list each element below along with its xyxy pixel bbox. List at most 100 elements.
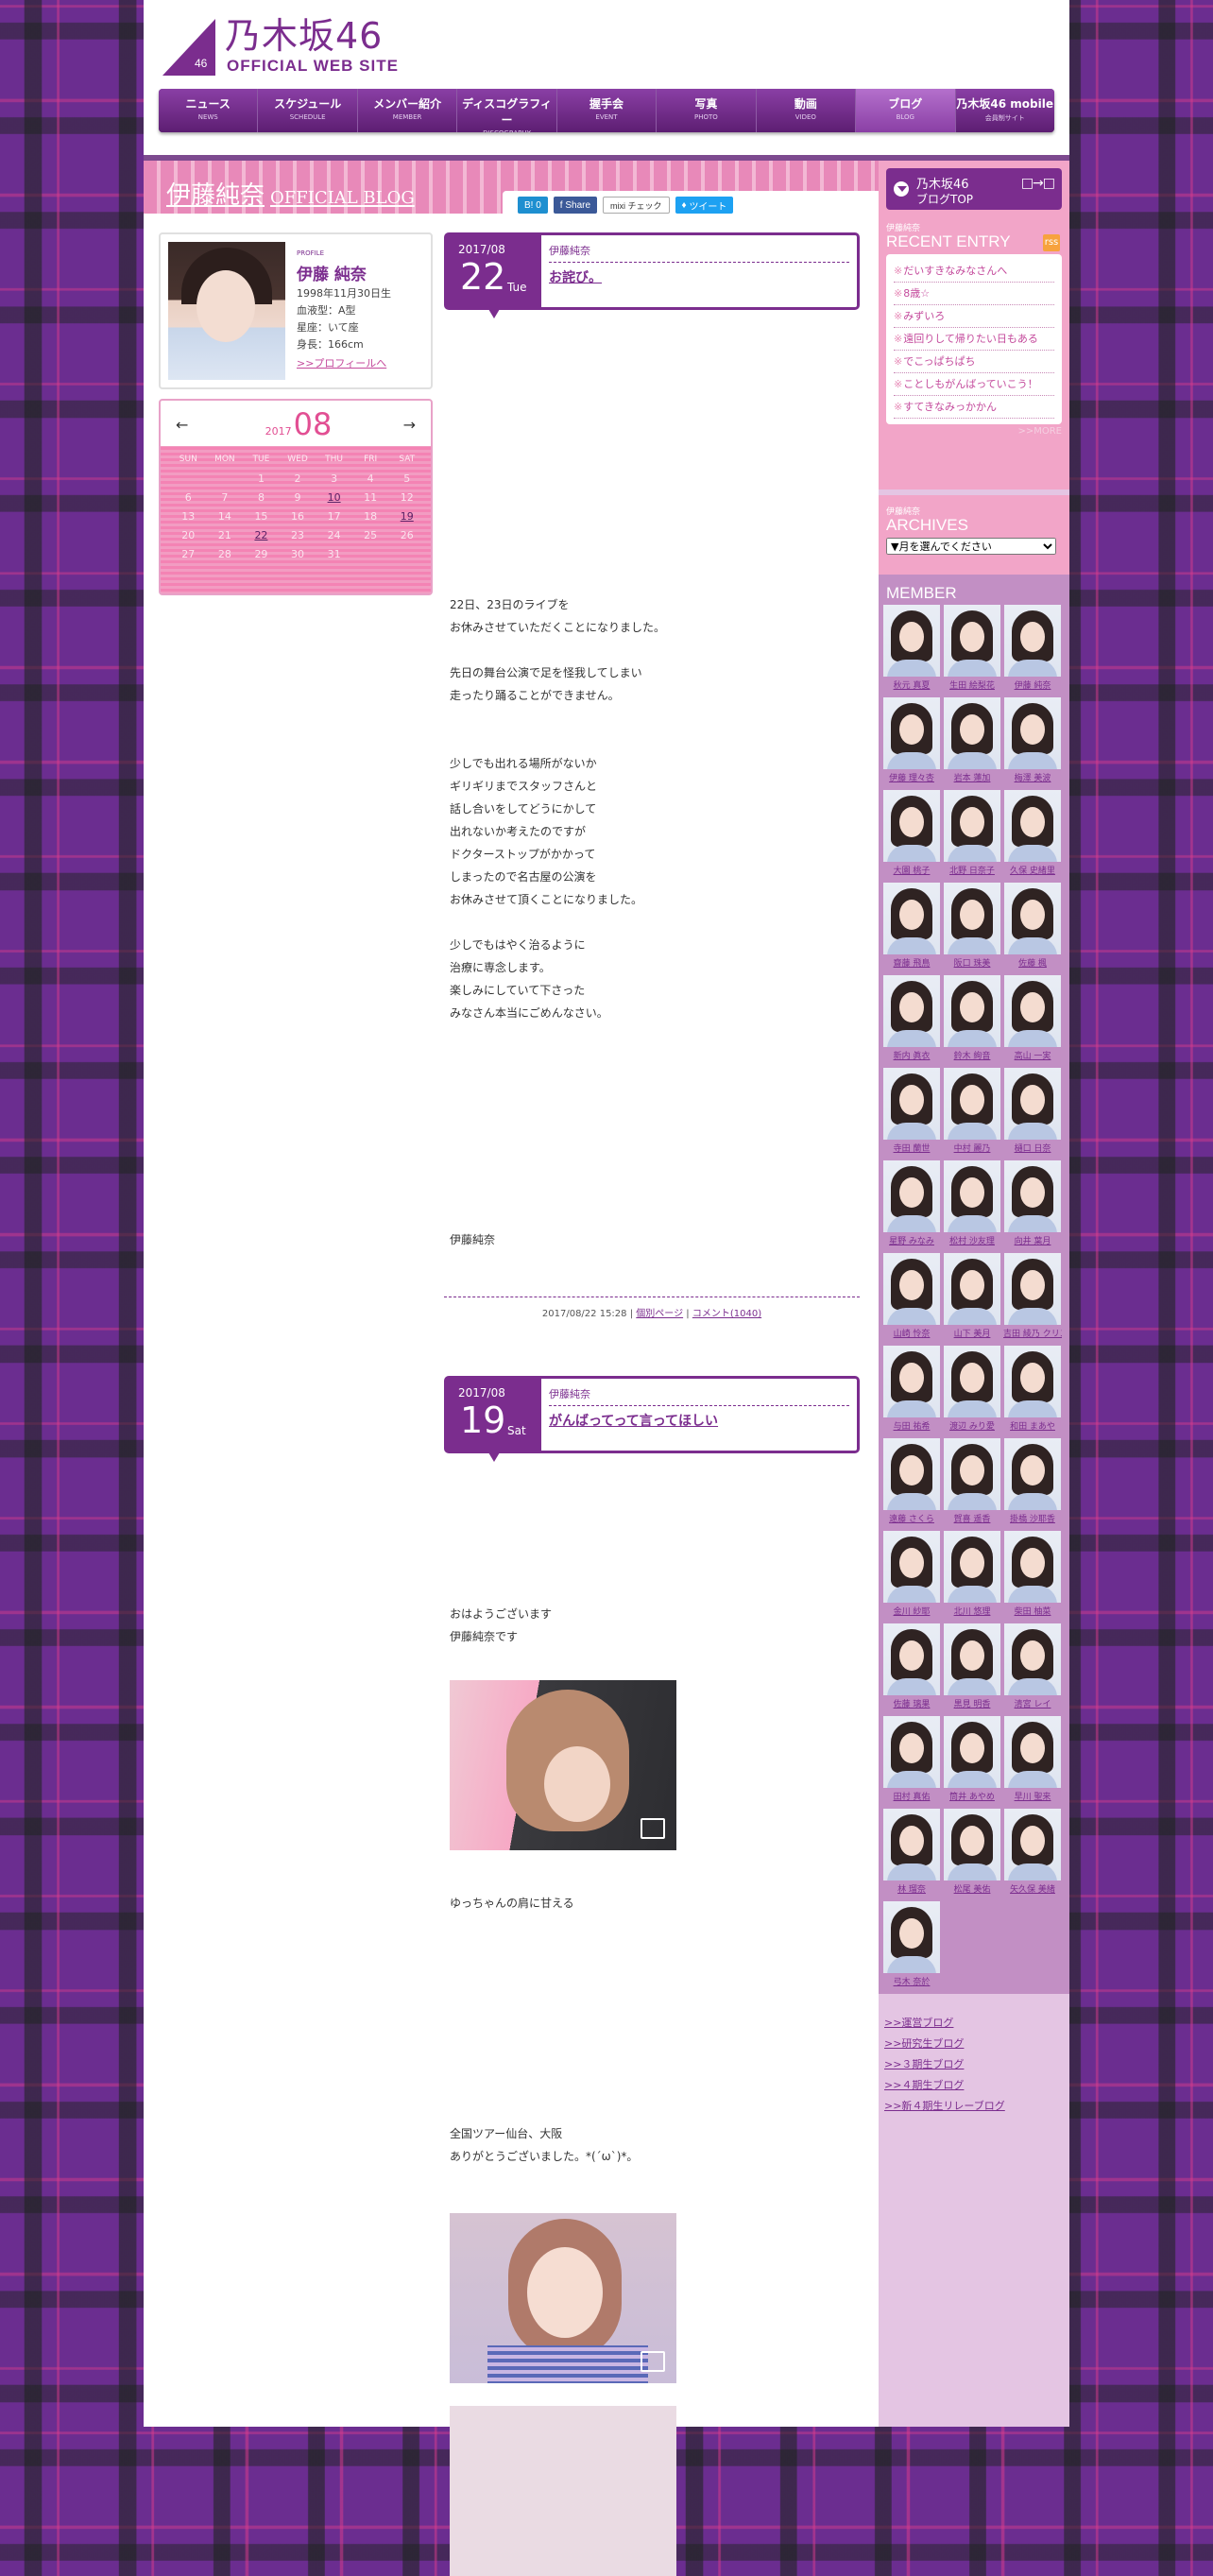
- member-card[interactable]: 松村 沙友理: [943, 1160, 1001, 1253]
- member-card[interactable]: 阪口 珠美: [943, 883, 1001, 975]
- member-card[interactable]: 早川 聖来: [1003, 1716, 1062, 1809]
- member-photo[interactable]: [944, 1160, 1000, 1232]
- member-card[interactable]: 山下 美月: [943, 1253, 1001, 1346]
- member-name[interactable]: 伊藤 理々杏: [882, 771, 941, 783]
- member-photo[interactable]: [1004, 883, 1061, 954]
- member-card[interactable]: 佐藤 璃果: [882, 1623, 941, 1716]
- expand-icon[interactable]: [641, 1818, 665, 1839]
- member-name[interactable]: 秋元 真夏: [882, 678, 941, 691]
- member-name[interactable]: 賀喜 遥香: [943, 1512, 1001, 1524]
- member-photo[interactable]: [1004, 697, 1061, 769]
- member-name[interactable]: 遠藤 さくら: [882, 1512, 941, 1524]
- member-name[interactable]: 掛橋 沙耶香: [1003, 1512, 1062, 1524]
- member-card[interactable]: 星野 みなみ: [882, 1160, 941, 1253]
- recent-entry-link[interactable]: でこっぱちぱち: [894, 351, 1054, 373]
- tweet-button[interactable]: ♦ ツイート: [675, 197, 734, 214]
- member-card[interactable]: 岩本 蓮加: [943, 697, 1001, 790]
- member-name[interactable]: 山下 美月: [943, 1327, 1001, 1339]
- member-card[interactable]: 北野 日奈子: [943, 790, 1001, 883]
- member-card[interactable]: 清宮 レイ: [1003, 1623, 1062, 1716]
- member-photo[interactable]: [883, 1253, 940, 1325]
- member-photo[interactable]: [944, 1068, 1000, 1140]
- member-card[interactable]: 掛橋 沙耶香: [1003, 1438, 1062, 1531]
- member-photo[interactable]: [1004, 1623, 1061, 1695]
- member-name[interactable]: 生田 絵梨花: [943, 678, 1001, 691]
- member-name[interactable]: 北野 日奈子: [943, 864, 1001, 876]
- nav-item-blog[interactable]: ブログ BLOG: [856, 89, 956, 132]
- member-name[interactable]: 久保 史緒里: [1003, 864, 1062, 876]
- member-photo[interactable]: [883, 1809, 940, 1880]
- recent-entry-link[interactable]: ことしもがんばっていこう！: [894, 373, 1054, 396]
- member-photo[interactable]: [944, 1809, 1000, 1880]
- more-link[interactable]: >>MORE: [886, 426, 1062, 437]
- member-name[interactable]: 松尾 美佑: [943, 1882, 1001, 1895]
- related-blog-link[interactable]: >>４期生ブログ: [884, 2075, 1064, 2096]
- member-card[interactable]: 向井 葉月: [1003, 1160, 1062, 1253]
- member-photo[interactable]: [1004, 1438, 1061, 1510]
- archives-select[interactable]: ▼月を選んでください: [886, 538, 1056, 555]
- member-photo[interactable]: [944, 1253, 1000, 1325]
- related-blog-link[interactable]: >>新４期生リレーブログ: [884, 2096, 1064, 2117]
- member-photo[interactable]: [883, 1346, 940, 1417]
- member-photo[interactable]: [944, 1531, 1000, 1603]
- calendar-next-arrow-icon[interactable]: →: [403, 416, 416, 434]
- member-name[interactable]: 黒見 明香: [943, 1697, 1001, 1709]
- member-card[interactable]: 和田 まあや: [1003, 1346, 1062, 1438]
- member-name[interactable]: 松村 沙友理: [943, 1234, 1001, 1246]
- member-photo[interactable]: [883, 1068, 940, 1140]
- member-name[interactable]: 吉田 綾乃 クリスティー: [1003, 1327, 1062, 1339]
- calendar-prev-arrow-icon[interactable]: ←: [176, 416, 188, 434]
- member-name[interactable]: 高山 一実: [1003, 1049, 1062, 1061]
- member-name[interactable]: 柴田 柚菜: [1003, 1605, 1062, 1617]
- site-logo[interactable]: 46 乃木坂46 OFFICIAL WEB SITE: [162, 15, 427, 76]
- member-card[interactable]: 伊藤 理々杏: [882, 697, 941, 790]
- member-name[interactable]: 佐藤 璃果: [882, 1697, 941, 1709]
- member-card[interactable]: 寺田 蘭世: [882, 1068, 941, 1160]
- member-name[interactable]: 中村 麗乃: [943, 1142, 1001, 1154]
- nav-item-photo[interactable]: 写真 PHOTO: [657, 89, 757, 132]
- member-photo[interactable]: [883, 790, 940, 862]
- mixi-check-button[interactable]: mixi チェック: [603, 197, 670, 214]
- member-card[interactable]: 与田 祐希: [882, 1346, 941, 1438]
- member-photo[interactable]: [1004, 605, 1061, 677]
- member-photo[interactable]: [1004, 1809, 1061, 1880]
- member-photo[interactable]: [944, 697, 1000, 769]
- rss-icon[interactable]: rss: [1043, 234, 1060, 251]
- facebook-share-button[interactable]: f Share: [553, 197, 598, 214]
- member-name[interactable]: 鈴木 絢音: [943, 1049, 1001, 1061]
- member-photo[interactable]: [883, 697, 940, 769]
- member-name[interactable]: 寺田 蘭世: [882, 1142, 941, 1154]
- member-card[interactable]: 佐藤 楓: [1003, 883, 1062, 975]
- member-card[interactable]: 新内 眞衣: [882, 975, 941, 1068]
- member-photo[interactable]: [883, 1716, 940, 1788]
- entry-photo[interactable]: [450, 2213, 676, 2383]
- member-name[interactable]: 北川 悠理: [943, 1605, 1001, 1617]
- member-card[interactable]: 中村 麗乃: [943, 1068, 1001, 1160]
- nav-item-video[interactable]: 動画 VIDEO: [756, 89, 857, 132]
- member-photo[interactable]: [944, 1623, 1000, 1695]
- member-photo[interactable]: [944, 1438, 1000, 1510]
- blog-title[interactable]: 伊藤純奈 OFFICIAL BLOG: [166, 176, 415, 211]
- member-name[interactable]: 矢久保 美緒: [1003, 1882, 1062, 1895]
- member-name[interactable]: 樋口 日奈: [1003, 1142, 1062, 1154]
- member-name[interactable]: 阪口 珠美: [943, 956, 1001, 969]
- member-card[interactable]: 田村 真佑: [882, 1716, 941, 1809]
- member-photo[interactable]: [944, 975, 1000, 1047]
- member-photo[interactable]: [883, 1531, 940, 1603]
- nav-item-discography[interactable]: ディスコグラフィー DISCOGRAPHY: [457, 89, 557, 132]
- member-card[interactable]: 金川 紗耶: [882, 1531, 941, 1623]
- member-name[interactable]: 和田 まあや: [1003, 1419, 1062, 1432]
- entry-permalink[interactable]: 個別ページ: [636, 1309, 683, 1319]
- member-name[interactable]: 渡辺 みり愛: [943, 1419, 1001, 1432]
- member-photo[interactable]: [944, 605, 1000, 677]
- related-blog-link[interactable]: >>研究生ブログ: [884, 2034, 1064, 2054]
- member-card[interactable]: 久保 史緒里: [1003, 790, 1062, 883]
- member-photo[interactable]: [1004, 1068, 1061, 1140]
- member-photo[interactable]: [1004, 1160, 1061, 1232]
- member-photo[interactable]: [1004, 975, 1061, 1047]
- member-card[interactable]: 渡辺 みり愛: [943, 1346, 1001, 1438]
- member-photo[interactable]: [944, 883, 1000, 954]
- member-photo[interactable]: [1004, 1716, 1061, 1788]
- calendar-day-link[interactable]: 10: [316, 491, 352, 504]
- member-name[interactable]: 新内 眞衣: [882, 1049, 941, 1061]
